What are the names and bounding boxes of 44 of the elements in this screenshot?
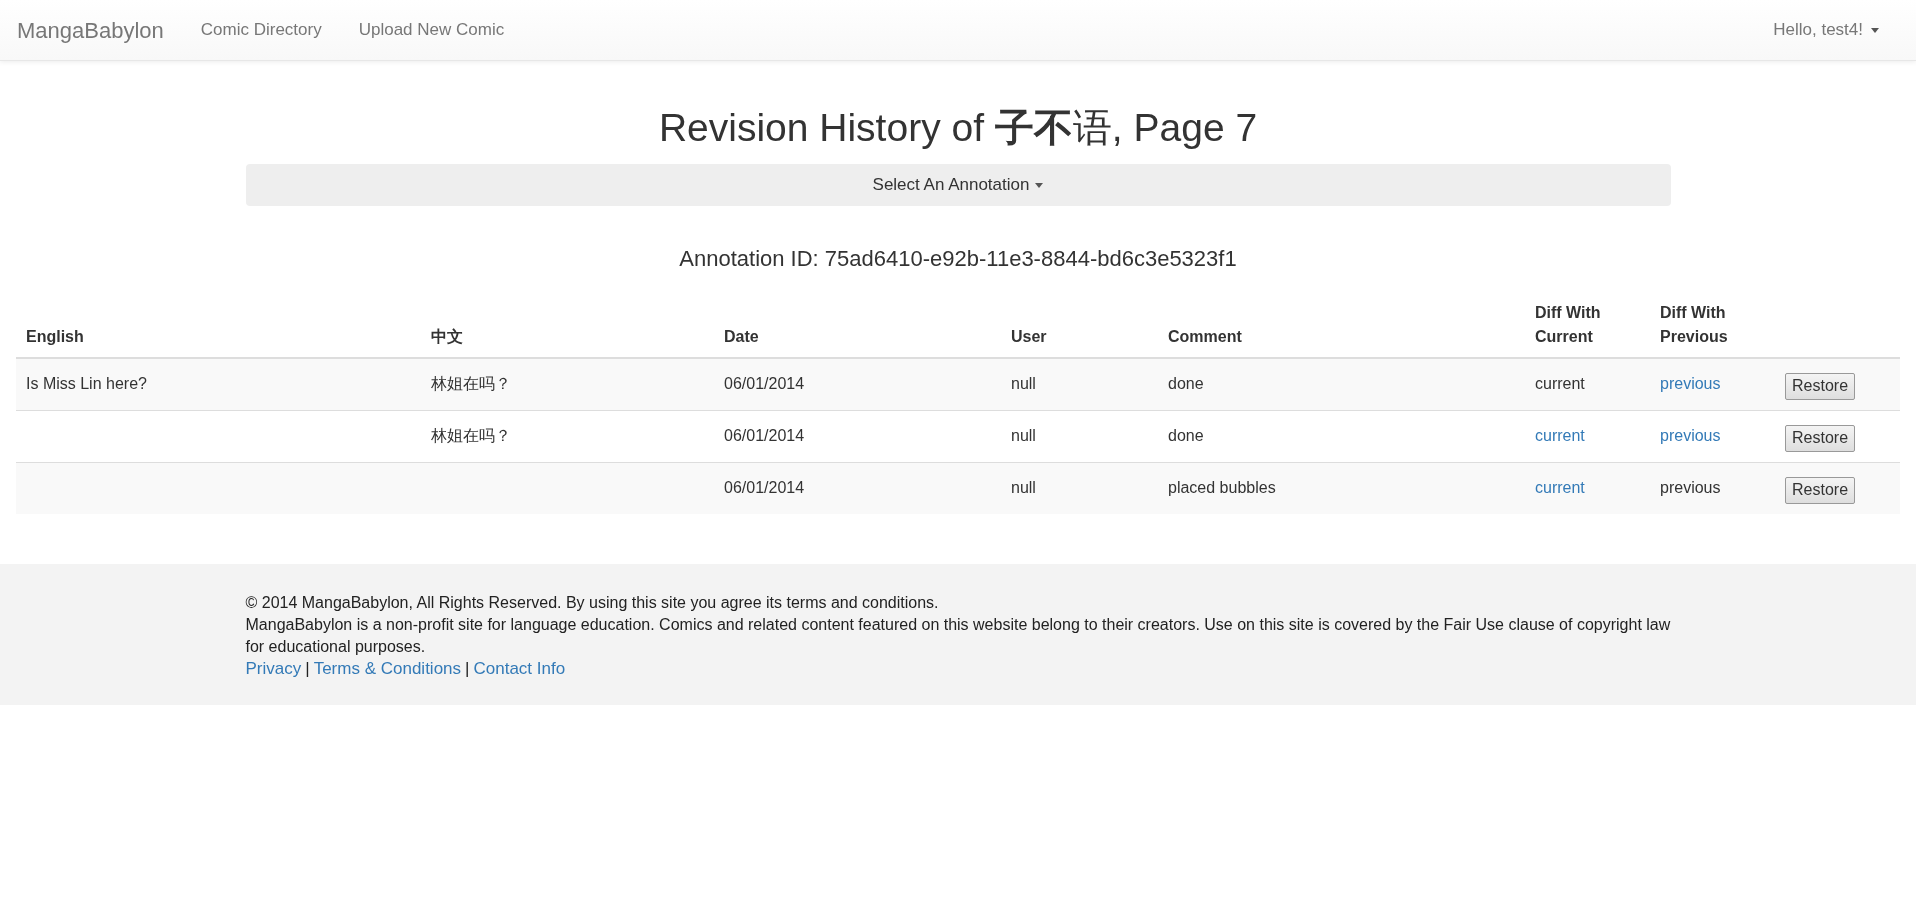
table-cell: null [1011, 427, 1036, 444]
restore-button[interactable]: Restore [1785, 476, 1856, 504]
table-cell: previous [1660, 479, 1721, 497]
separator: | [305, 658, 310, 680]
annotation-id: Annotation ID: 75ad6410-e92b-11e3-8844-bd6c3e5323f1 [679, 245, 1237, 273]
restore-button[interactable]: Restore [1785, 424, 1856, 452]
footer-link[interactable]: Privacy [245, 658, 302, 680]
annotation-dropdown[interactable]: Select An Annotation [245, 164, 1671, 206]
diff-link[interactable]: current [1535, 427, 1585, 444]
footer-link[interactable]: Contact Info [473, 658, 566, 680]
column-header: Diff With Previous [1660, 303, 1729, 347]
column-header: 中文 [431, 327, 463, 347]
diff-link[interactable]: current [1535, 479, 1585, 497]
footer-text: MangaBabylon is a non-profit site for language education. Comics and related content featured on this website belong to their creators. Use on this site is covered by the Fair Use clause of copyright law for educational purposes. [245, 615, 1671, 657]
nav-link[interactable]: Upload New Comic [358, 17, 505, 43]
table-cell: done [1168, 375, 1204, 393]
column-header: User [1011, 327, 1047, 347]
footer-text: © 2014 MangaBabylon, All Rights Reserved. By using this site you agree its terms and conditions. [245, 593, 940, 613]
separator: | [465, 658, 470, 680]
table-cell: placed bubbles [1168, 479, 1276, 497]
nav-link[interactable]: Comic Directory [200, 17, 322, 43]
column-header: Comment [1168, 327, 1242, 347]
user-menu[interactable]: Hello, test4! [1773, 17, 1879, 43]
restore-button[interactable]: Restore [1785, 372, 1856, 400]
caret-icon [1871, 27, 1879, 33]
table-cell: 06/01/2014 [724, 427, 805, 444]
page-title: Revision History of 子不语, Page 7 [658, 106, 1258, 150]
table-cell: current [1535, 375, 1585, 393]
table-cell: null [1011, 375, 1036, 393]
table-cell: done [1168, 427, 1204, 444]
table-cell: 06/01/2014 [724, 479, 805, 497]
caret-icon [1035, 182, 1044, 188]
column-header: Date [724, 327, 759, 347]
column-header: Diff With Current [1535, 303, 1602, 347]
footer-link[interactable]: Terms & Conditions [313, 658, 462, 680]
table-cell: null [1011, 479, 1036, 497]
brand-link[interactable]: MangaBabylon [17, 13, 164, 47]
table-cell: 林姐在吗？ [431, 375, 511, 393]
column-header: English [26, 327, 84, 347]
table-cell: Is Miss Lin here? [26, 375, 147, 393]
diff-link[interactable]: previous [1660, 375, 1721, 393]
table-cell: 06/01/2014 [724, 375, 805, 393]
diff-link[interactable]: previous [1660, 427, 1721, 444]
table-cell: 林姐在吗？ [431, 427, 511, 444]
